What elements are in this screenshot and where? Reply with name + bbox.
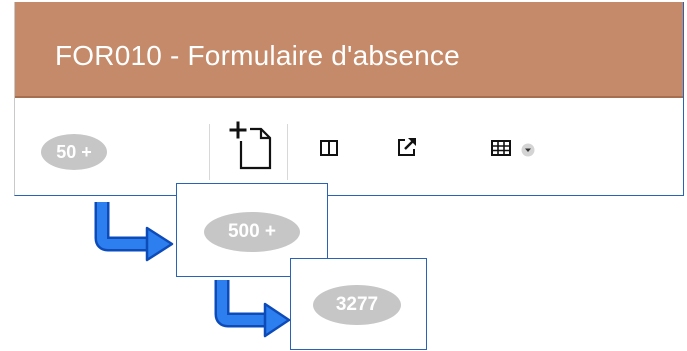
record-header: FOR010 - Formulaire d'absence	[15, 2, 683, 98]
toolbar-divider	[209, 124, 210, 180]
record-panel: FOR010 - Formulaire d'absence 50 +	[14, 2, 684, 196]
split-view-icon[interactable]	[320, 140, 338, 156]
page-title: FOR010 - Formulaire d'absence	[55, 40, 460, 71]
callout-box-3277: 3277	[290, 258, 427, 350]
toolbar: 50 +	[15, 98, 683, 194]
add-document-icon[interactable]	[229, 121, 273, 171]
toolbar-divider	[287, 124, 288, 180]
chevron-down-icon[interactable]	[521, 143, 535, 157]
count-badge[interactable]: 50 +	[41, 134, 107, 170]
count-badge-3277: 3277	[313, 285, 401, 325]
external-link-icon[interactable]	[396, 136, 418, 158]
arrow-icon	[205, 276, 295, 338]
arrow-icon	[92, 198, 178, 262]
count-badge-500: 500 +	[204, 212, 300, 252]
table-icon[interactable]	[491, 140, 511, 156]
